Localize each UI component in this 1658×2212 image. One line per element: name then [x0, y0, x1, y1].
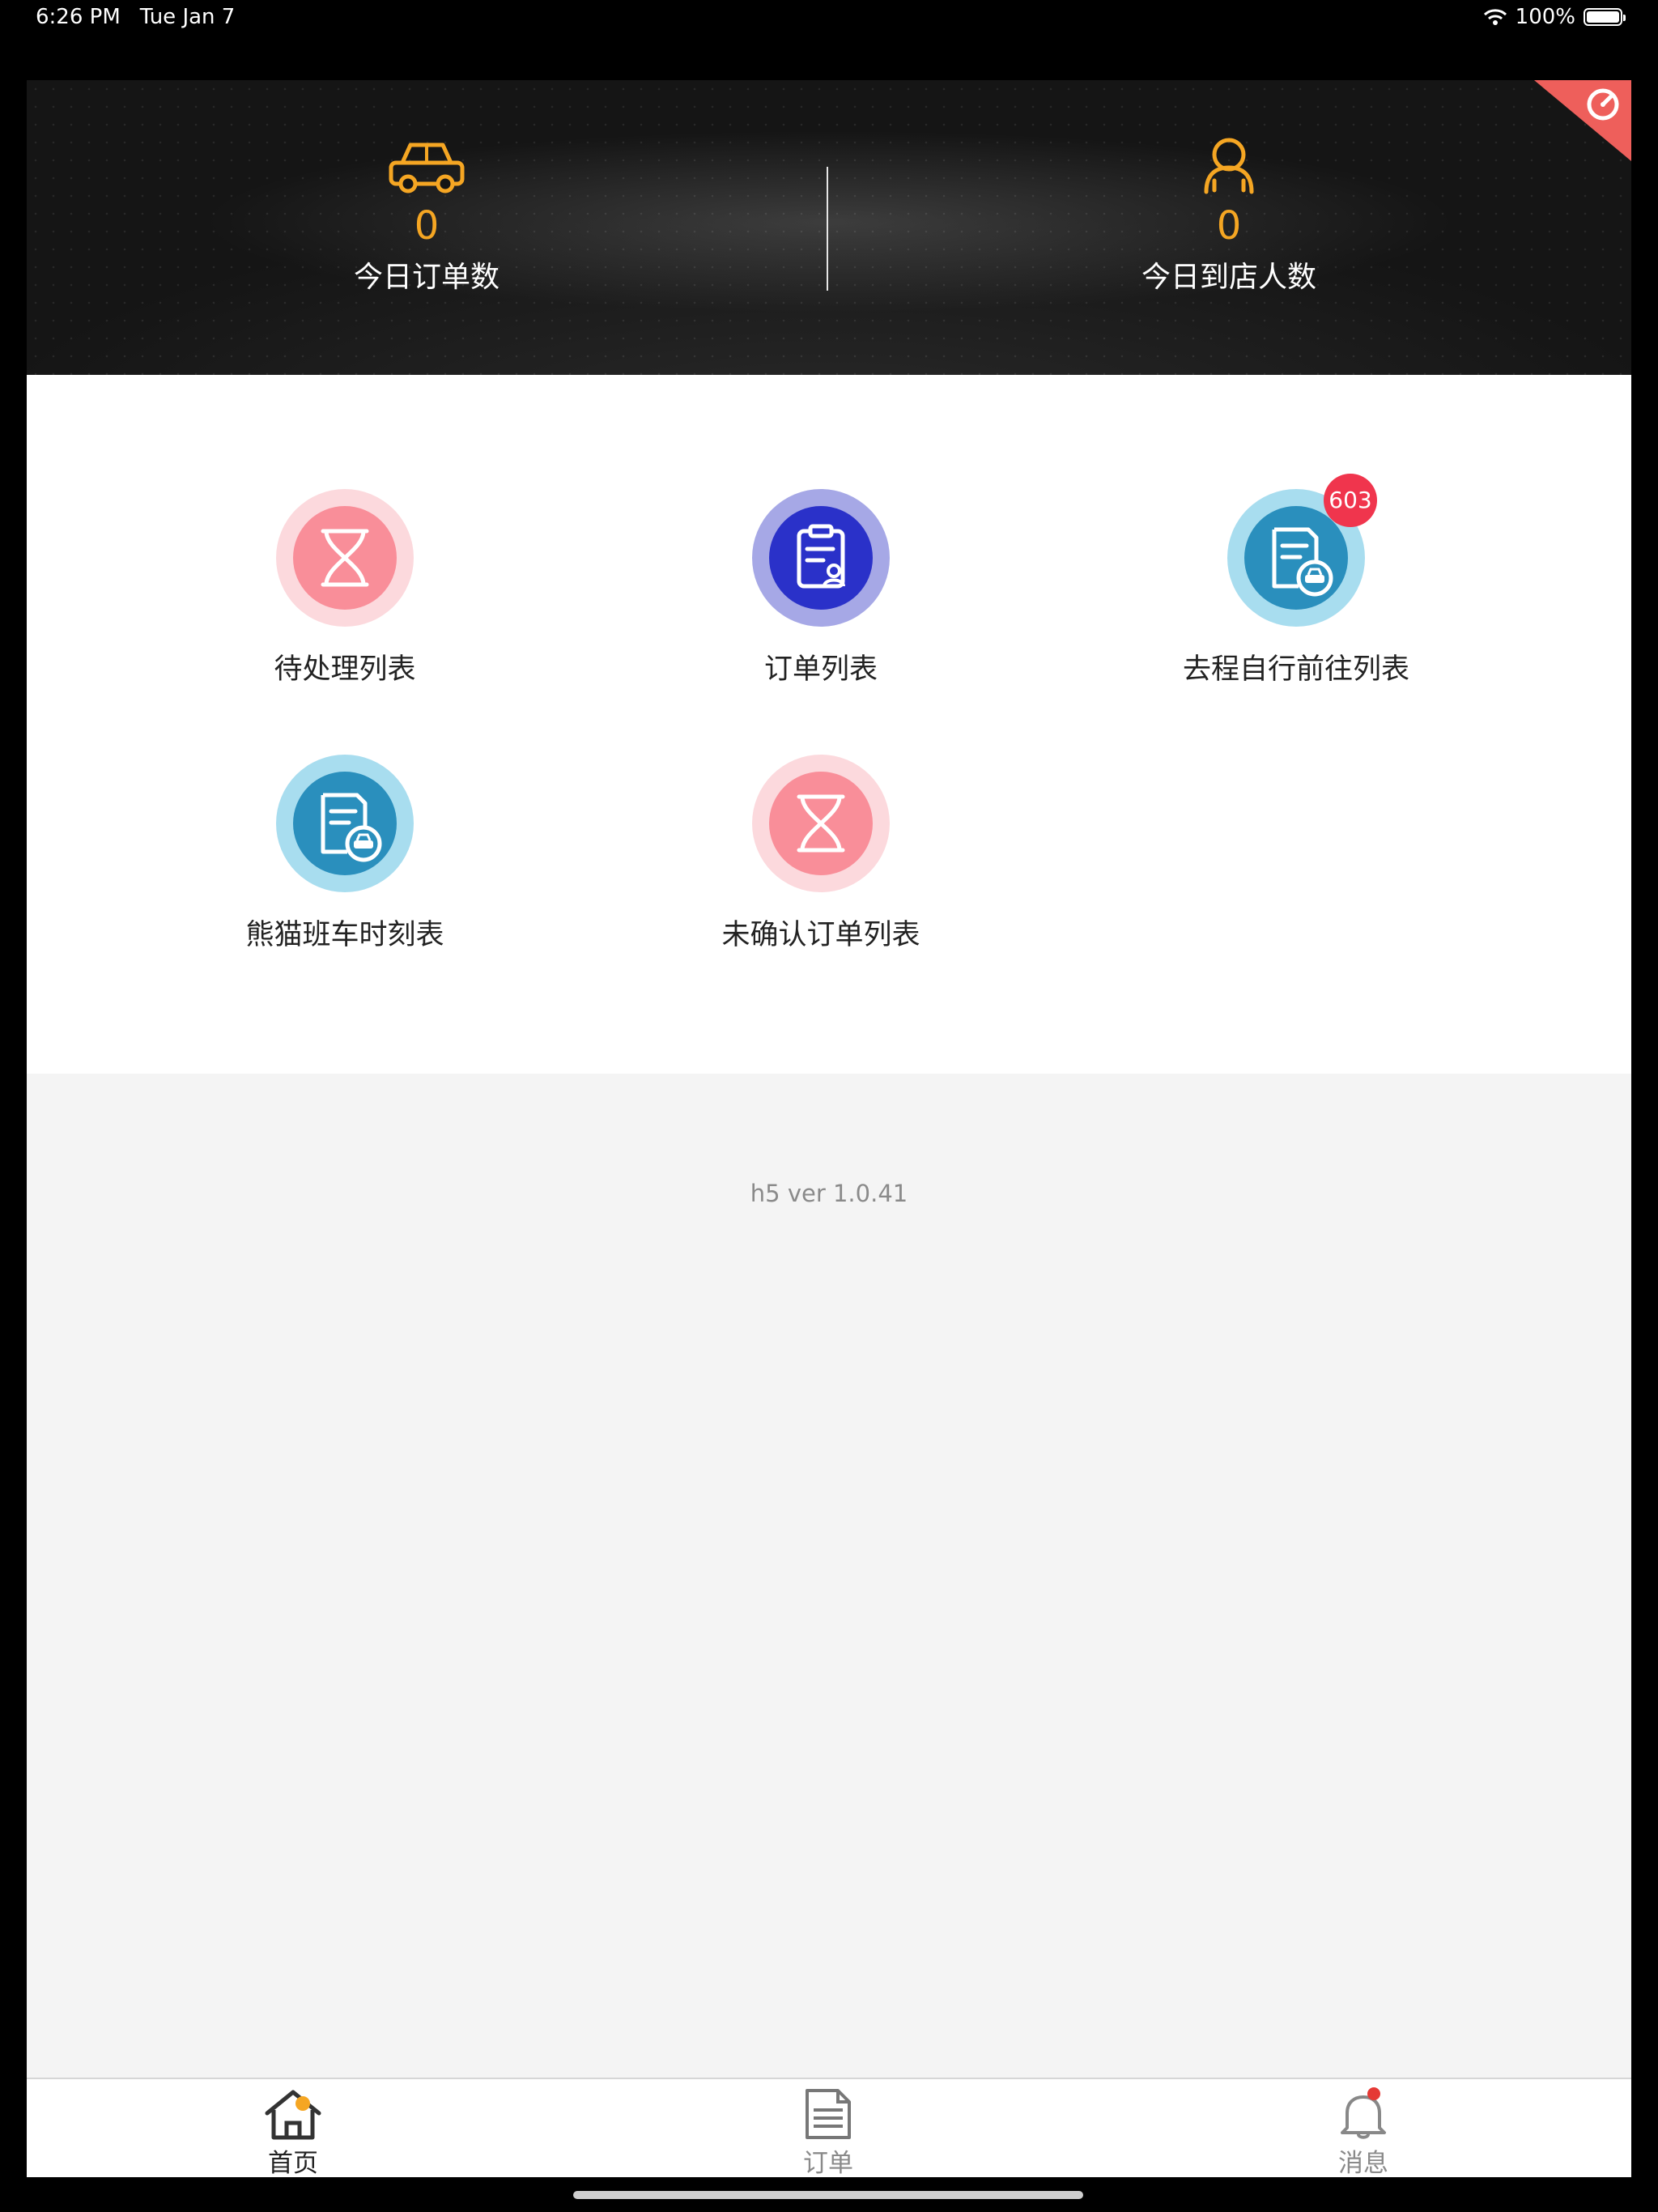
menu-item-label: 订单列表 [763, 653, 878, 686]
today-visitors-value: 0 [1216, 203, 1242, 249]
bell-icon [1341, 2087, 1386, 2139]
battery-percent: 100% [1515, 5, 1575, 29]
menu-item-icon-wrap [752, 755, 890, 892]
clipboard-user-icon [752, 489, 890, 627]
status-time-date: 6:26 PM Tue Jan 7 [36, 5, 254, 29]
menu-item-label: 未确认订单列表 [721, 919, 920, 951]
document-car-icon [276, 755, 414, 892]
app-screen: 0 今日订单数 0 今日到店人数 待处理列表 订单列表 603 去程自行前往列表… [27, 80, 1631, 2177]
today-orders-label: 今日订单数 [353, 261, 500, 294]
battery-icon [1584, 8, 1626, 26]
menu-item-order-list[interactable]: 订单列表 [675, 489, 967, 687]
menu-item-label: 熊猫班车时刻表 [245, 919, 444, 951]
tab-label: 订单 [803, 2149, 853, 2177]
menu-item-label: 待处理列表 [274, 653, 416, 686]
person-icon [1204, 138, 1254, 194]
tab-label: 首页 [268, 2149, 318, 2177]
today-visitors-stat: 0 今日到店人数 [1067, 135, 1391, 296]
menu-item-panda-shuttle-timetable[interactable]: 熊猫班车时刻表 [199, 755, 491, 953]
today-visitors-label: 今日到店人数 [1141, 261, 1316, 294]
wifi-icon [1483, 9, 1507, 25]
menu-item-icon-wrap [276, 489, 414, 627]
status-time: 6:26 PM [36, 5, 121, 29]
bottom-tab-bar: 首页 订单 消息 [27, 2078, 1631, 2177]
menu-item-unconfirmed-order-list[interactable]: 未确认订单列表 [675, 755, 967, 953]
menu-item-pending-list[interactable]: 待处理列表 [199, 489, 491, 687]
menu-item-icon-wrap: 603 [1227, 474, 1377, 627]
tab-orders[interactable]: 订单 [747, 2087, 909, 2177]
timer-icon[interactable] [1534, 80, 1631, 161]
today-orders-value: 0 [414, 203, 440, 249]
tab-home[interactable]: 首页 [212, 2087, 374, 2177]
hourglass-icon [276, 489, 414, 627]
menu-item-outbound-self-travel-list[interactable]: 603 去程自行前往列表 [1150, 474, 1442, 687]
menu-item-label: 去程自行前往列表 [1182, 653, 1409, 686]
tab-label: 消息 [1338, 2149, 1388, 2177]
car-icon [389, 143, 465, 194]
document-icon [806, 2089, 851, 2139]
count-badge: 603 [1324, 474, 1377, 527]
status-indicators: 100% [1483, 5, 1626, 29]
status-bar: 6:26 PM Tue Jan 7 100% [0, 0, 1658, 80]
status-date: Tue Jan 7 [139, 5, 236, 29]
stats-header: 0 今日订单数 0 今日到店人数 [27, 80, 1631, 375]
home-indicator[interactable] [573, 2191, 1083, 2199]
stats-divider [827, 167, 828, 291]
tab-messages[interactable]: 消息 [1282, 2087, 1444, 2177]
version-text: h5 ver 1.0.41 [750, 1180, 908, 1207]
hourglass-icon [752, 755, 890, 892]
menu-item-icon-wrap [752, 489, 890, 627]
today-orders-stat: 0 今日订单数 [265, 135, 589, 296]
home-icon [265, 2090, 321, 2140]
menu-grid: 待处理列表 订单列表 603 去程自行前往列表 熊猫班车时刻表 未确认订单列表 [27, 375, 1631, 1074]
menu-item-icon-wrap [276, 755, 414, 892]
